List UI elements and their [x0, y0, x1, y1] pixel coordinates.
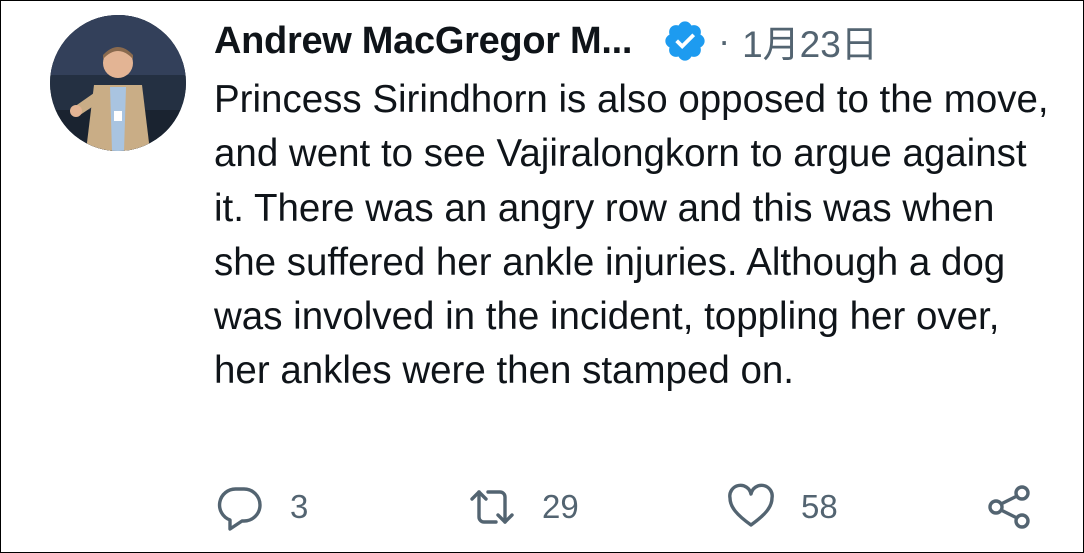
reply-icon — [217, 487, 262, 531]
author-name[interactable]: Andrew MacGregor M... — [214, 20, 632, 63]
like-button[interactable]: 58 — [727, 481, 838, 533]
verified-badge-icon — [662, 18, 708, 64]
like-count: 58 — [801, 488, 838, 525]
retweet-icon — [470, 490, 514, 524]
retweet-count: 29 — [542, 488, 579, 525]
heart-icon — [728, 483, 774, 527]
tweet-text: Princess Sirindhorn is also opposed to t… — [214, 78, 1049, 393]
tweet-header: Andrew MacGregor M... · 1月23日 — [214, 14, 878, 68]
reply-count: 3 — [290, 488, 309, 525]
retweet-button[interactable]: 29 — [468, 481, 579, 533]
tweet-card: Andrew MacGregor M... · 1月23日 Princess S… — [0, 0, 1084, 553]
avatar-photo — [50, 15, 186, 151]
tweet-date[interactable]: 1月23日 — [742, 14, 878, 68]
reply-button[interactable]: 3 — [216, 481, 308, 533]
avatar[interactable] — [50, 15, 186, 151]
share-button[interactable] — [986, 481, 1034, 533]
tweet-actions: 3 29 58 — [214, 481, 1054, 533]
meta-separator: · — [718, 20, 731, 61]
share-icon — [988, 485, 1030, 529]
